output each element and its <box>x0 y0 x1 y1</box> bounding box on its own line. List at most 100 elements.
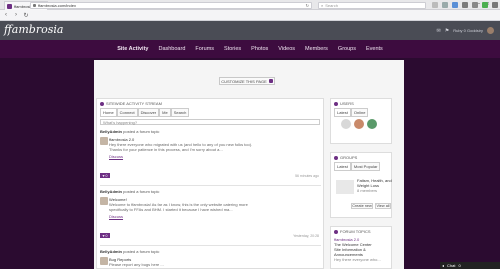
bookmark-icon[interactable] <box>432 2 438 8</box>
users-tabs: Latest Online <box>331 108 391 117</box>
groups-panel: GROUPS Latest Most Popular Fatism, Healt… <box>330 152 392 218</box>
discuss-link[interactable]: Discuss <box>109 154 254 159</box>
header-avatar[interactable] <box>487 27 494 34</box>
back-icon[interactable]: ‹ <box>3 12 9 18</box>
activity-stream-panel: SITEWIDE ACTIVITY STREAM Home Connect Di… <box>96 98 324 269</box>
alerts-icon[interactable]: ⚑ <box>445 28 449 34</box>
like-count: 0 <box>105 233 108 238</box>
whats-new-input[interactable]: What's happening? <box>100 119 320 125</box>
tab-home[interactable]: Home <box>100 108 117 117</box>
downloads-icon[interactable] <box>442 2 448 8</box>
header-user-area: ✉ ⚑ Ruby 0 Goddsiry <box>437 27 494 34</box>
tab-connect[interactable]: Connect <box>116 108 138 117</box>
avatar[interactable] <box>354 119 364 129</box>
view-all-groups-button[interactable]: View all <box>375 203 391 209</box>
activity-icon <box>100 101 104 106</box>
avatar[interactable] <box>341 119 351 129</box>
activity-divider <box>100 185 321 186</box>
groups-panel-header: GROUPS <box>331 153 391 162</box>
activity-body: ffambrosia 2.0 Hey there everyone who mi… <box>100 137 254 159</box>
tab-users-latest[interactable]: Latest <box>334 108 351 117</box>
activity-action: posted a forum topic <box>123 129 160 134</box>
pocket-icon[interactable] <box>472 2 478 8</box>
activity-body: Welcome! Welcome to ffambrosia! As far a… <box>100 197 254 219</box>
home-icon[interactable] <box>462 2 468 8</box>
users-panel: USERS Latest Online <box>330 98 392 144</box>
group-avatar[interactable] <box>336 180 354 194</box>
toolbar-icons <box>432 2 498 8</box>
tab-me[interactable]: Me <box>159 108 171 117</box>
activity-action: posted a forum topic <box>123 189 160 194</box>
group-members: 8 members <box>357 188 378 193</box>
users-icon <box>334 101 338 106</box>
nav-groups[interactable]: Groups <box>333 46 361 52</box>
groups-tabs: Latest Most Popular <box>331 162 391 171</box>
users-title: USERS <box>340 101 354 106</box>
tab-discover[interactable]: Discover <box>137 108 160 117</box>
groups-icon <box>334 155 338 160</box>
gear-icon <box>268 79 273 83</box>
tab-search[interactable]: Search <box>170 108 190 117</box>
forum-topics-header: FORUM TOPICS <box>331 227 391 236</box>
forum-topic-subforum[interactable]: Site Information & Announcements <box>334 247 391 257</box>
tab-groups-popular[interactable]: Most Popular <box>350 162 381 171</box>
like-button[interactable]: ♥ 0 <box>100 173 110 178</box>
reload-icon[interactable]: ↻ <box>23 12 29 19</box>
notifications-icon[interactable]: ✉ <box>437 28 441 34</box>
address-bar[interactable]: ffambrosia.com/index ↻ <box>30 2 312 9</box>
address-url: ffambrosia.com/index <box>38 3 76 8</box>
group-name[interactable]: Fatism, Health, and Weight Loss <box>357 178 397 188</box>
forum-topic-item: ffambrosia 2.0 The Welcome Center Site I… <box>334 237 391 262</box>
customize-page-button[interactable]: CUSTOMIZE THIS PAGE <box>219 77 275 85</box>
menu-icon[interactable] <box>492 2 498 8</box>
nav-forums[interactable]: Forums <box>190 46 219 52</box>
browser-search-placeholder: Search <box>325 3 338 8</box>
forum-topics-title: FORUM TOPICS <box>340 229 371 234</box>
page-reload-icon[interactable]: ↻ <box>306 3 309 8</box>
chat-bar[interactable]: ◂ Chat 0 <box>440 262 500 269</box>
activity-time: 56 minutes ago <box>295 174 319 178</box>
search-icon: ⌕ <box>321 3 324 8</box>
activity-author[interactable]: BellyAdmin <box>100 129 122 134</box>
browser-nav-bar: ‹ › ↻ <box>0 10 500 21</box>
activity-snippet: Welcome to ffambrosia! As far as I know,… <box>109 202 248 212</box>
nav-photos[interactable]: Photos <box>246 46 273 52</box>
activity-body: Bug Reports Please report any bugs here … <box>100 257 254 267</box>
site-favicon-icon <box>7 3 12 9</box>
activity-action: posted a forum topic <box>123 249 160 254</box>
nav-events[interactable]: Events <box>361 46 388 52</box>
activity-author[interactable]: BellyAdmin <box>100 249 122 254</box>
chat-count: 0 <box>458 263 461 268</box>
main-navigation: Site Activity Dashboard Forums Stories P… <box>0 40 500 58</box>
users-panel-header: USERS <box>331 99 391 108</box>
forum-icon <box>334 229 338 234</box>
header-username[interactable]: Ruby 0 Goddsiry <box>453 28 483 33</box>
site-header <box>0 21 500 40</box>
nav-dashboard[interactable]: Dashboard <box>153 46 190 52</box>
heart-icon: ♥ <box>102 233 105 238</box>
forum-topics-panel: FORUM TOPICS ffambrosia 2.0 The Welcome … <box>330 226 392 269</box>
activity-author[interactable]: BellyAdmin <box>100 189 122 194</box>
activity-item: BellyAdmin posted a forum topic Welcome!… <box>100 189 321 241</box>
nav-site-activity[interactable]: Site Activity <box>112 46 153 52</box>
activity-title: SITEWIDE ACTIVITY STREAM <box>106 101 162 106</box>
nav-members[interactable]: Members <box>300 46 333 52</box>
site-logo[interactable]: ffambrosia <box>4 23 63 36</box>
forward-icon[interactable]: › <box>13 12 19 18</box>
nav-stories[interactable]: Stories <box>219 46 246 52</box>
nav-videos[interactable]: Videos <box>273 46 300 52</box>
create-group-button[interactable]: Create new <box>351 203 373 209</box>
browser-search-box[interactable]: ⌕ Search <box>318 2 426 9</box>
tab-groups-latest[interactable]: Latest <box>334 162 351 171</box>
activity-item: BellyAdmin posted a forum topic Bug Repo… <box>100 249 321 269</box>
extension-green-icon[interactable] <box>482 2 488 8</box>
like-button[interactable]: ♥ 0 <box>100 233 110 238</box>
discuss-link[interactable]: Discuss <box>109 214 254 219</box>
forum-topic-snippet: Hey there everyone who... <box>334 257 381 262</box>
users-avatars <box>331 117 391 131</box>
activity-tabs: Home Connect Discover Me Search <box>97 108 323 117</box>
activity-header: BellyAdmin posted a forum topic <box>100 249 321 254</box>
avatar[interactable] <box>367 119 377 129</box>
tab-users-online[interactable]: Online <box>350 108 369 117</box>
extension-icon[interactable] <box>452 2 458 8</box>
